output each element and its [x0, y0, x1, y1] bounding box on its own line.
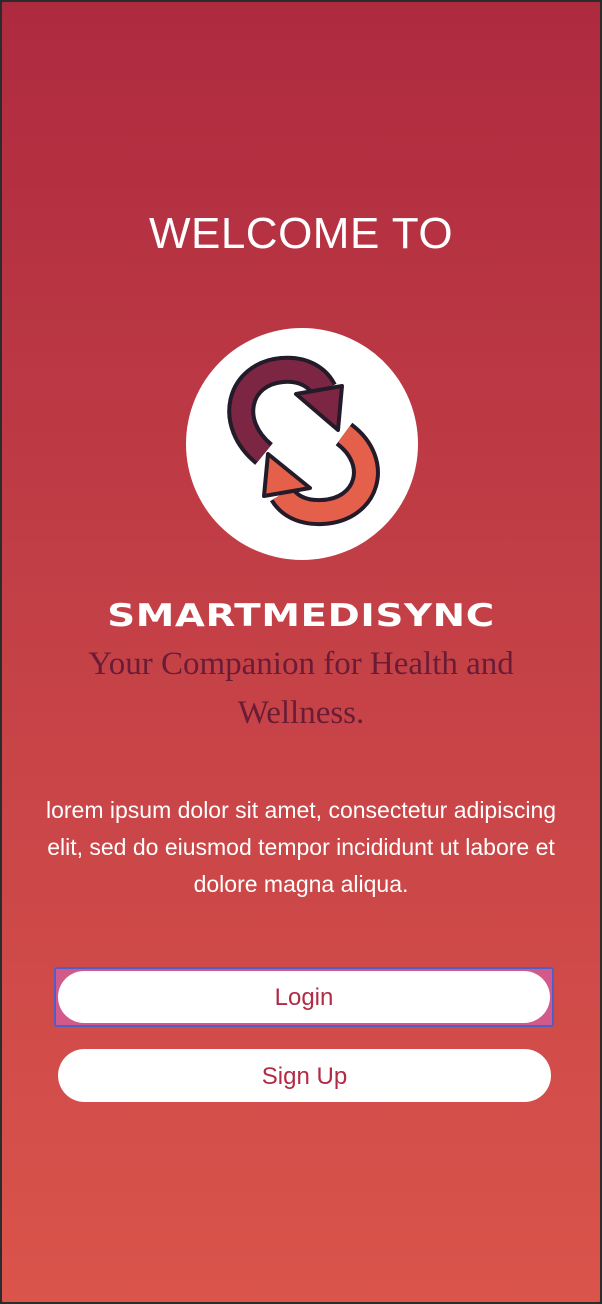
app-name: SMARTMEDISYNC	[107, 598, 495, 634]
description-text: lorem ipsum dolor sit amet, consectetur …	[45, 797, 557, 897]
welcome-screen: WELCOME TO SMARTMEDISYNC Your Companion …	[0, 0, 602, 1304]
tagline: Your Companion for Health and Wellness.	[88, 646, 514, 731]
login-button[interactable]: Login	[58, 971, 550, 1023]
sync-arrows-icon	[227, 355, 380, 527]
app-logo	[186, 328, 418, 560]
signup-button[interactable]: Sign Up	[58, 1049, 551, 1102]
welcome-heading: WELCOME TO	[148, 209, 454, 258]
